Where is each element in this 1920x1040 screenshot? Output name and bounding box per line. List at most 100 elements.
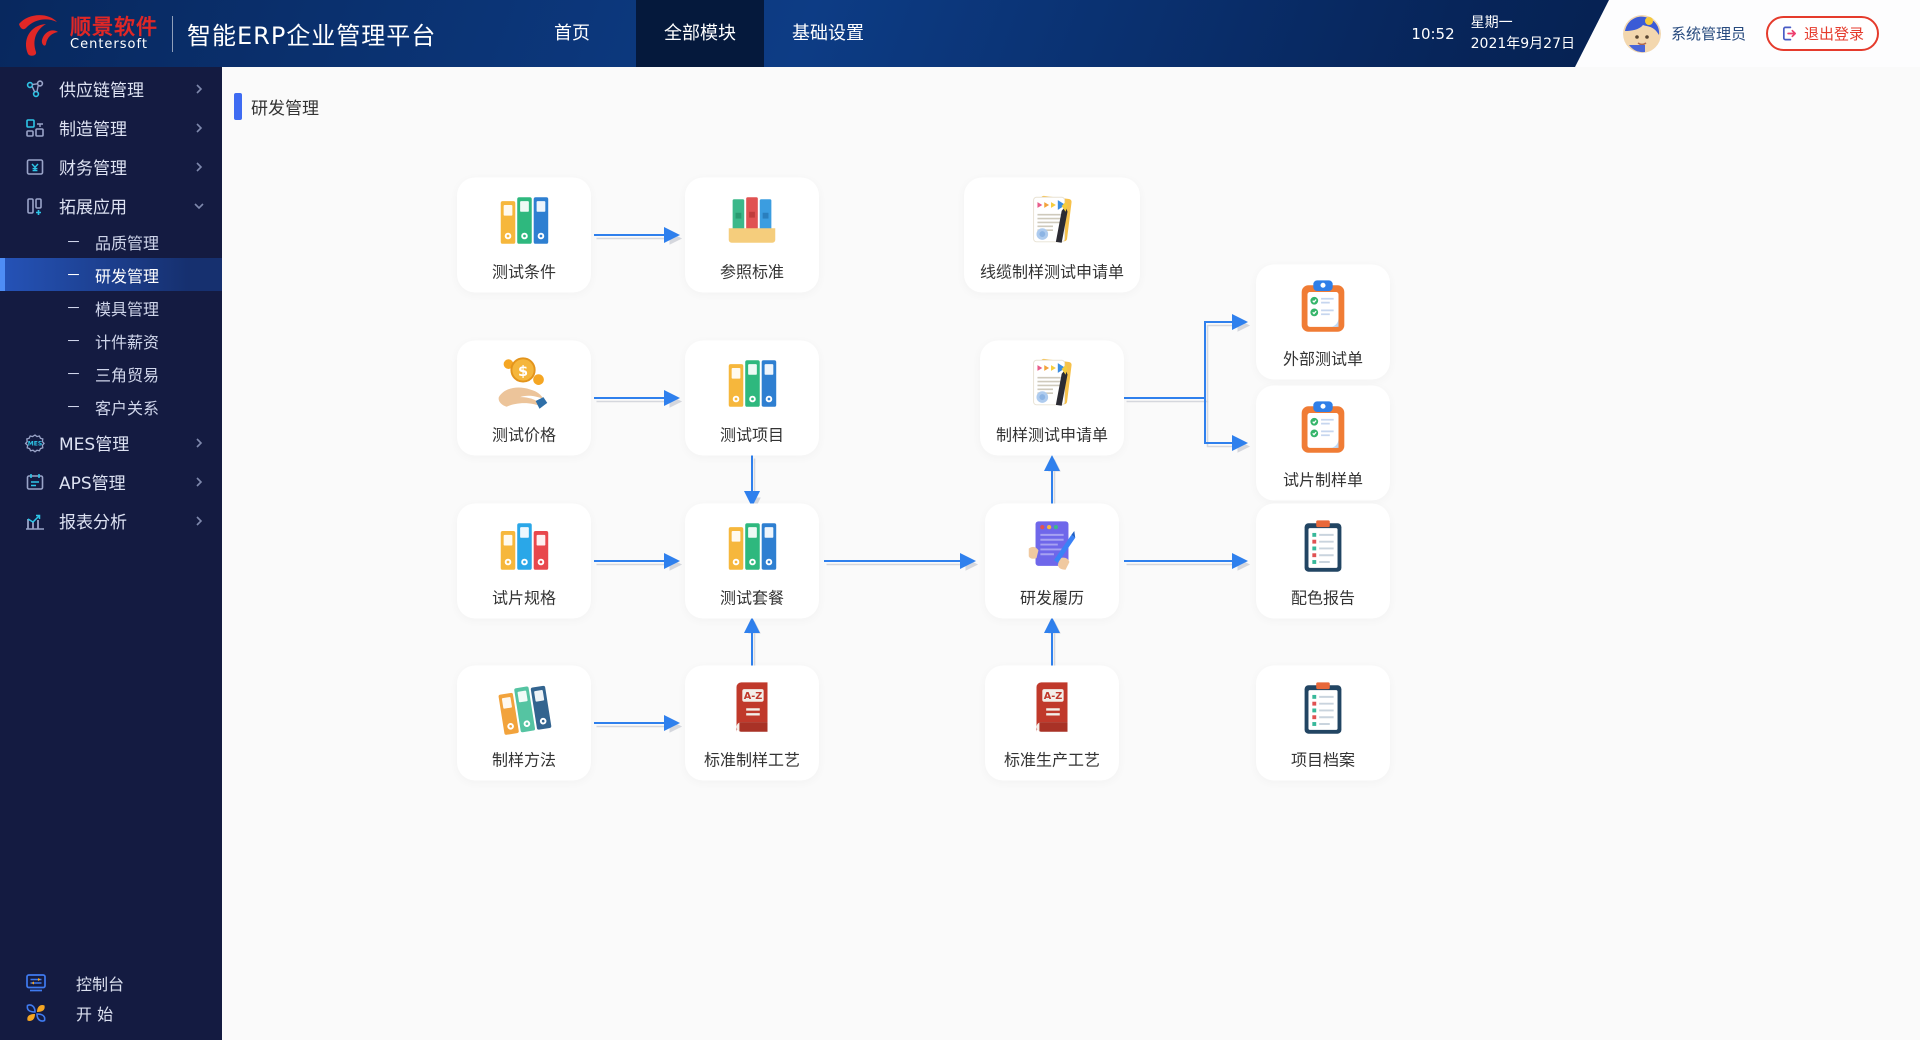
flow-node-制样测试申请单[interactable]: 制样测试申请单	[980, 341, 1124, 456]
dash: －	[66, 330, 81, 351]
book-red-icon: A-Z	[1021, 678, 1083, 740]
brand-subname: Centersoft	[70, 38, 158, 52]
nav-tab-全部模块[interactable]: 全部模块	[636, 0, 764, 67]
supply-chain-icon	[24, 78, 46, 100]
sidebar-subitem-研发管理[interactable]: － 研发管理	[0, 258, 222, 291]
sidebar-item-报表分析[interactable]: 报表分析	[0, 501, 222, 540]
flow-node-label: 试片制样单	[1283, 467, 1363, 491]
sidebar-subitem-三角贸易[interactable]: － 三角贸易	[0, 357, 222, 390]
brand-text: 顺景软件 Centersoft	[70, 16, 158, 52]
sidebar-item-财务管理[interactable]: 财务管理	[0, 147, 222, 186]
current-user-name: 系统管理员	[1671, 23, 1746, 44]
flow-node-label: 项目档案	[1291, 747, 1355, 771]
flow-node-线缆制样测试申请单[interactable]: 线缆制样测试申请单	[964, 178, 1140, 293]
sidebar-subitem-计件薪资[interactable]: － 计件薪资	[0, 324, 222, 357]
binders-tilt-icon	[493, 678, 555, 740]
flow-node-label: 制样方法	[492, 747, 556, 771]
flow-node-label: 测试价格	[492, 422, 556, 446]
flow-node-制样方法[interactable]: 制样方法	[457, 666, 591, 781]
sidebar: 供应链管理 制造管理 财务管理 拓展应用－ 品质管理－ 研发管理－ 模具管理－ …	[0, 67, 222, 1040]
flow-node-标准生产工艺[interactable]: A-Z 标准生产工艺	[985, 666, 1119, 781]
flow-node-label: 试片规格	[492, 585, 556, 609]
bookshelf-icon	[721, 190, 783, 252]
main-content: 测试条件 参照标准 线缆制样测试申请单 $ 测试价格	[222, 67, 1920, 1040]
logout-button[interactable]: 退出登录	[1766, 16, 1879, 51]
top-navbar: 顺景软件 Centersoft 智能ERP企业管理平台 首页全部模块基础设置 1…	[0, 0, 1920, 67]
manufacturing-icon	[24, 117, 46, 139]
date: 2021年9月27日	[1471, 36, 1575, 52]
doc-purple-icon	[1021, 516, 1083, 578]
sidebar-item-label: 供应链管理	[59, 76, 144, 101]
svg-text:A-Z: A-Z	[744, 691, 763, 702]
date-block: 星期一 2021年9月27日	[1471, 13, 1575, 54]
datetime-area: 10:52 星期一 2021年9月27日	[1411, 0, 1575, 67]
weekday: 星期一	[1471, 15, 1513, 31]
sidebar-item-APS管理[interactable]: APS管理	[0, 462, 222, 501]
dash: －	[66, 363, 81, 384]
doc-pen-icon	[1021, 353, 1083, 415]
main-nav-tabs: 首页全部模块基础设置	[508, 0, 892, 67]
flow-node-研发履历[interactable]: 研发履历	[985, 504, 1119, 619]
avatar[interactable]	[1623, 15, 1661, 53]
footer-label: 控制台	[76, 971, 124, 995]
nav-tab-首页[interactable]: 首页	[508, 0, 636, 67]
sidebar-footer-开始[interactable]: 开 始	[0, 998, 222, 1028]
clipboard-navy-icon	[1292, 516, 1354, 578]
flow-node-label: 测试套餐	[720, 585, 784, 609]
svg-text:MES: MES	[28, 440, 42, 447]
clipboard-orange-icon	[1292, 398, 1354, 460]
doc-pen-icon	[1021, 190, 1083, 252]
sidebar-subitem-label: 研发管理	[95, 263, 159, 287]
mes-icon: MES	[24, 432, 46, 454]
flow-node-试片制样单[interactable]: 试片制样单	[1256, 386, 1390, 501]
sidebar-subitem-品质管理[interactable]: － 品质管理	[0, 225, 222, 258]
sidebar-item-MES管理[interactable]: MES MES管理	[0, 423, 222, 462]
svg-text:A-Z: A-Z	[1044, 691, 1063, 702]
flow-node-标准制样工艺[interactable]: A-Z 标准制样工艺	[685, 666, 819, 781]
flow-node-测试套餐[interactable]: 测试套餐	[685, 504, 819, 619]
flow-node-测试价格[interactable]: $ 测试价格	[457, 341, 591, 456]
dash: －	[66, 396, 81, 417]
brand-name: 顺景软件	[70, 16, 158, 38]
sidebar-subitem-客户关系[interactable]: － 客户关系	[0, 390, 222, 423]
flow-node-label: 测试项目	[720, 422, 784, 446]
dash: －	[66, 297, 81, 318]
flow-node-label: 制样测试申请单	[996, 422, 1108, 446]
logout-label: 退出登录	[1804, 23, 1864, 44]
aps-icon	[24, 471, 46, 493]
brand-swoosh-icon	[14, 10, 62, 58]
sidebar-subitem-label: 模具管理	[95, 296, 159, 320]
module-flowchart: 测试条件 参照标准 线缆制样测试申请单 $ 测试价格	[222, 67, 1920, 1040]
console-icon	[24, 971, 48, 995]
flow-node-label: 配色报告	[1291, 585, 1355, 609]
nav-tab-基础设置[interactable]: 基础设置	[764, 0, 892, 67]
flow-node-测试条件[interactable]: 测试条件	[457, 178, 591, 293]
flow-node-参照标准[interactable]: 参照标准	[685, 178, 819, 293]
clock-time: 10:52	[1411, 25, 1454, 43]
binders-b-icon	[493, 516, 555, 578]
user-area: 系统管理员 退出登录	[1575, 0, 1920, 67]
sidebar-item-label: APS管理	[59, 469, 126, 494]
sidebar-footer-控制台[interactable]: 控制台	[0, 968, 222, 998]
flow-node-外部测试单[interactable]: 外部测试单	[1256, 265, 1390, 380]
sidebar-subitem-label: 客户关系	[95, 395, 159, 419]
sidebar-item-制造管理[interactable]: 制造管理	[0, 108, 222, 147]
sidebar-menu: 供应链管理 制造管理 财务管理 拓展应用－ 品质管理－ 研发管理－ 模具管理－ …	[0, 67, 222, 540]
report-icon	[24, 510, 46, 532]
flow-node-项目档案[interactable]: 项目档案	[1256, 666, 1390, 781]
finance-icon	[24, 156, 46, 178]
erp-app: 顺景软件 Centersoft 智能ERP企业管理平台 首页全部模块基础设置 1…	[0, 0, 1920, 1040]
sidebar-item-label: MES管理	[59, 430, 129, 455]
binders-a-icon	[493, 190, 555, 252]
flow-node-配色报告[interactable]: 配色报告	[1256, 504, 1390, 619]
flow-node-测试项目[interactable]: 测试项目	[685, 341, 819, 456]
binders-a-icon	[721, 353, 783, 415]
sidebar-item-供应链管理[interactable]: 供应链管理	[0, 69, 222, 108]
divider	[172, 16, 173, 52]
sidebar-item-拓展应用[interactable]: 拓展应用	[0, 186, 222, 225]
extension-icon	[24, 195, 46, 217]
sidebar-subitem-模具管理[interactable]: － 模具管理	[0, 291, 222, 324]
flow-node-试片规格[interactable]: 试片规格	[457, 504, 591, 619]
sidebar-item-label: 拓展应用	[59, 193, 127, 218]
clipboard-navy-icon	[1292, 678, 1354, 740]
